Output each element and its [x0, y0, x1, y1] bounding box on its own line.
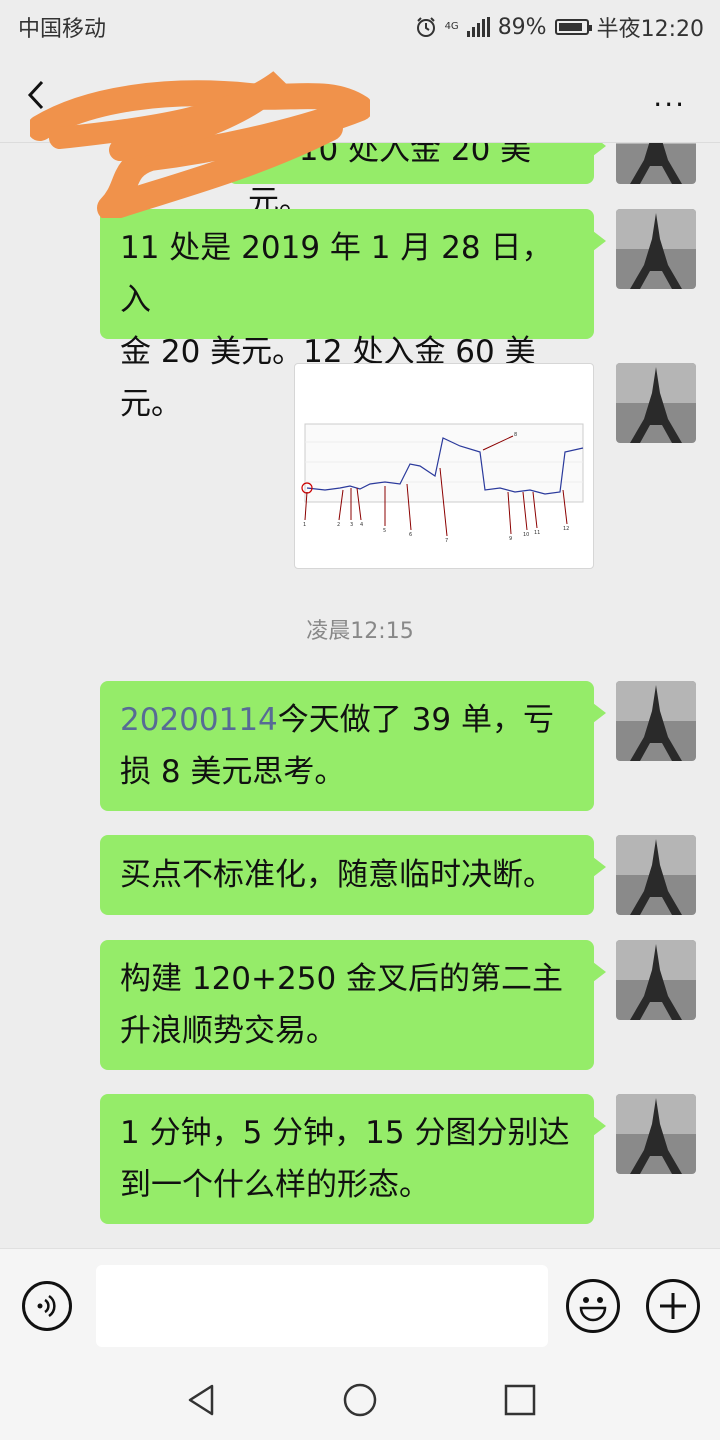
message-line: 1 分钟，5 分钟，15 分图分别达 [120, 1115, 570, 1151]
input-bar [0, 1248, 720, 1361]
chart-label: 11 [534, 530, 540, 536]
message-line: 11 处是 2019 年 1 月 28 日，入 [120, 230, 553, 318]
battery-fill [558, 23, 582, 31]
carrier-name: 中国移动 [18, 17, 107, 42]
message-line: 到一个什么样的形态。 [120, 1167, 430, 1203]
eiffel-tower-avatar-icon [616, 940, 696, 1020]
chart-label: 5 [383, 528, 386, 534]
nav-recent-icon[interactable] [503, 1383, 537, 1417]
add-button[interactable] [646, 1279, 700, 1333]
redaction-scribble [30, 71, 370, 218]
message-bubble[interactable]: 1 分钟，5 分钟，15 分图分别达 到一个什么样的形态。 [100, 1094, 606, 1224]
avatar[interactable] [616, 363, 696, 443]
avatar[interactable] [616, 835, 696, 915]
status-bar: 中国移动 4G 89% 半夜12:20 [0, 0, 720, 50]
chart-label: 3 [350, 522, 353, 528]
message-line: 构建 120+250 金叉后的第二主 [120, 961, 564, 997]
chart-label: 2 [337, 522, 340, 528]
message-bubble[interactable]: 构建 120+250 金叉后的第二主 升浪顺势交易。 [100, 940, 606, 1070]
message-line: 20200114今天做了 39 单，亏 [120, 694, 576, 746]
eiffel-tower-avatar-icon [616, 681, 696, 761]
chart-label: 4 [360, 522, 363, 528]
chart-label: 10 [523, 532, 529, 538]
message-bubble[interactable]: 11 处是 2019 年 1 月 28 日，入 金 20 美元。12 处入金 6… [100, 209, 606, 422]
emoji-button[interactable] [566, 1279, 620, 1333]
eiffel-tower-avatar-icon [616, 363, 696, 443]
add-icon [660, 1293, 686, 1319]
chart-label: 6 [409, 532, 412, 538]
message-bubble[interactable]: 买点不标准化，随意临时决断。 [100, 835, 606, 915]
eiffel-tower-avatar-icon [616, 1094, 696, 1174]
battery-icon [554, 19, 592, 35]
chart-label: 9 [509, 536, 512, 542]
voice-button[interactable] [22, 1281, 72, 1331]
network-type: 4G [444, 21, 459, 32]
voice-icon [37, 1294, 56, 1318]
clock: 半夜12:20 [596, 17, 704, 42]
alarm-icon [416, 17, 435, 37]
message-text: 今天做了 39 单，亏 [277, 702, 554, 738]
chart-label: 1 [303, 522, 306, 528]
signal-icon [466, 17, 490, 37]
system-nav-bar [0, 1360, 720, 1440]
chart-thumbnail: 1 2 3 4 5 6 7 8 9 10 11 12 [301, 423, 584, 544]
eiffel-tower-avatar-icon [616, 209, 696, 289]
date-link[interactable]: 20200114 [120, 702, 278, 738]
message-line: 升浪顺势交易。 [120, 1013, 337, 1049]
avatar[interactable] [616, 681, 696, 761]
status-icons: 4G 89% 半夜12:20 [415, 11, 704, 43]
avatar[interactable] [616, 1094, 696, 1174]
chart-label: 12 [563, 526, 569, 532]
message-bubble[interactable]: 20200114今天做了 39 单，亏 损 8 美元思考。 [100, 681, 606, 811]
message-line: 买点不标准化，随意临时决断。 [120, 857, 554, 893]
battery-percent: 89% [497, 14, 547, 40]
eiffel-tower-avatar-icon [616, 835, 696, 915]
message-line: 损 8 美元思考。 [120, 754, 346, 790]
chart-label: 7 [445, 538, 448, 544]
nav-home-icon[interactable] [342, 1382, 378, 1418]
message-input[interactable] [96, 1265, 548, 1347]
more-icon[interactable]: ... [653, 83, 686, 111]
avatar[interactable] [616, 209, 696, 289]
image-message[interactable]: 1 2 3 4 5 6 7 8 9 10 11 12 [294, 363, 594, 569]
emoji-icon [579, 1297, 607, 1322]
message-timestamp: 凌晨12:15 [306, 619, 414, 644]
chat-area[interactable]: 9，10 处入金 20 美元。 11 处是 2019 年 1 月 28 日，入 … [0, 50, 720, 1248]
chart-label: 8 [514, 432, 517, 438]
avatar[interactable] [616, 940, 696, 1020]
nav-back-icon[interactable] [184, 1382, 218, 1418]
